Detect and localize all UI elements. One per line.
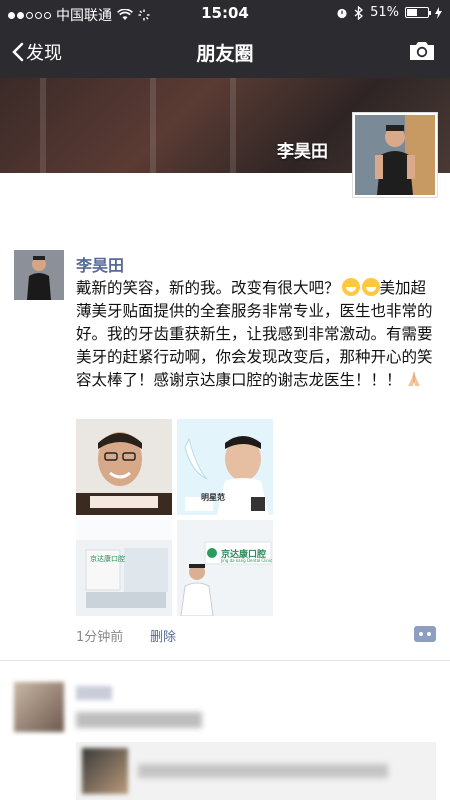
grin-emoji-icon (361, 278, 380, 296)
battery-icon (405, 7, 431, 18)
post-photo-2[interactable]: 明星范 (177, 419, 273, 515)
post-photo-4[interactable]: 京达康口腔 Jing da kang Dental Clinic (177, 520, 273, 616)
charging-icon (435, 6, 442, 19)
post-author-name[interactable]: 李昊田 (76, 252, 124, 276)
person-photo (355, 115, 435, 195)
profile-avatar[interactable] (352, 112, 438, 198)
photo-clinic-lobby (76, 520, 172, 616)
post-photo-3[interactable]: 京达康口腔 (76, 520, 172, 616)
post-photo-1[interactable] (76, 419, 172, 515)
post-divider (0, 660, 450, 661)
photo-star-ad (177, 419, 273, 515)
page-title: 朋友圈 (196, 43, 254, 65)
grin-emoji-icon (341, 278, 360, 296)
post-text: 戴新的笑容，新的我。改变有很大吧？ 美加超薄美牙贴面提供的全套服务非常专业，医生也… (76, 277, 436, 392)
photo-man-glasses (76, 419, 172, 515)
next-post-avatar[interactable] (14, 682, 64, 732)
post-author-avatar[interactable] (14, 250, 64, 300)
status-bar: 中国联通 15:04 51% (0, 0, 450, 26)
link-card-thumbnail (82, 748, 128, 794)
profile-name: 李昊田 (277, 142, 328, 162)
battery-label: 51% (370, 5, 399, 20)
post-text-line1: 戴新的笑容，新的我。改变有很大吧？ (76, 279, 340, 297)
delete-button[interactable]: 删除 (150, 626, 176, 645)
next-post-text-blurred (76, 712, 202, 728)
alarm-icon (337, 8, 347, 18)
top-bar: 中国联通 15:04 51% 发现 朋友圈 (0, 0, 450, 78)
post-timestamp: 1分钟前 (76, 630, 124, 645)
nav-bar: 发现 朋友圈 (0, 26, 450, 78)
next-post-name-blurred (76, 686, 112, 700)
link-card-text-blurred (138, 764, 388, 778)
comment-menu-icon[interactable] (414, 626, 436, 642)
photo-3-sign: 京达康口腔 (90, 555, 125, 563)
photo-doctor (177, 520, 273, 616)
camera-button[interactable] (408, 40, 436, 66)
bluetooth-icon (354, 5, 364, 20)
photo-2-caption: 明星范 (201, 493, 225, 502)
photo-4-sign-en: Jing da kang Dental Clinic (221, 558, 273, 563)
next-post-link-card[interactable] (76, 742, 436, 800)
author-photo (14, 250, 64, 300)
pray-emoji-icon (407, 372, 420, 386)
camera-icon (410, 42, 434, 60)
